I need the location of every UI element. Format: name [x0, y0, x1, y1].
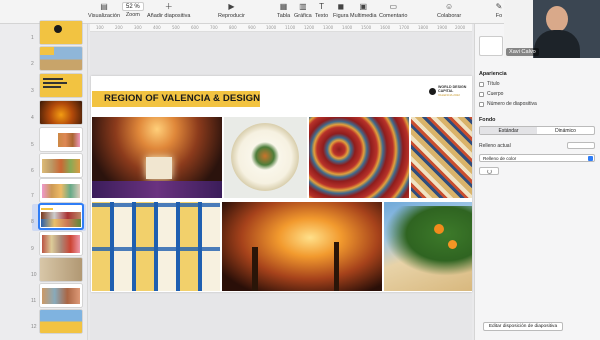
collaborate-button[interactable]: ☺ Colaborar	[437, 2, 461, 19]
view-button[interactable]: ▤ Visualización	[88, 2, 120, 19]
photo-fireworks[interactable]	[92, 117, 222, 198]
photo-orange-tree[interactable]	[384, 202, 472, 291]
thumbnail-8[interactable]: 8	[0, 205, 88, 231]
checkbox-icon	[479, 91, 484, 97]
format-button[interactable]: ✎ Fo	[494, 2, 504, 19]
appearance-heading: Apariencia	[479, 71, 507, 77]
add-slide-button[interactable]: ＋ Añadir diapositiva	[147, 2, 190, 19]
media-button[interactable]: ▣ Multimedia	[350, 2, 377, 19]
text-button[interactable]: T Texto	[315, 2, 328, 19]
current-slide[interactable]: REGION OF VALENCIA & DESIGN WORLD DESIGN…	[91, 76, 472, 292]
edit-layout-button[interactable]: Editar disposición de diapositiva	[483, 322, 563, 331]
participant-name: Xavi Calvo	[506, 48, 539, 56]
checkbox-icon	[479, 101, 484, 107]
text-icon: T	[319, 2, 325, 11]
shape-icon: ◼	[337, 2, 345, 11]
thumbnail-7[interactable]: 7	[0, 179, 88, 205]
slide-number-checkbox[interactable]: Número de diapositiva	[479, 101, 537, 107]
format-icon: ✎	[495, 2, 503, 11]
plus-icon: ＋	[164, 2, 173, 11]
collaborate-icon: ☺	[444, 2, 454, 11]
thumbnail-12[interactable]: 12	[0, 310, 88, 336]
thumbnail-3[interactable]: 3	[0, 74, 88, 100]
checkbox-icon	[479, 81, 484, 87]
photo-ceramic-plate[interactable]	[224, 117, 307, 198]
comment-button[interactable]: ▭ Comentario	[379, 2, 407, 19]
photo-textile-pattern[interactable]	[411, 117, 472, 198]
chart-button[interactable]: ▥ Gráfica	[294, 2, 312, 19]
segment-dynamic[interactable]: Dinámico	[537, 127, 594, 134]
media-icon: ▣	[359, 2, 368, 11]
slide-navigator: 1 2 3 4 5 6 7 8 9 10 11 12	[0, 21, 88, 340]
video-participant-tile[interactable]: Xavi Calvo	[504, 0, 600, 58]
format-inspector: Apariencia Título Cuerpo Número de diapo…	[474, 24, 600, 340]
segment-standard[interactable]: Estándar	[480, 127, 537, 134]
title-checkbox[interactable]: Título	[479, 81, 500, 87]
table-icon: ▦	[279, 2, 288, 11]
thumbnail-11[interactable]: 11	[0, 284, 88, 310]
comment-icon: ▭	[389, 2, 397, 11]
zoom-value[interactable]: 52 %	[122, 2, 144, 11]
photo-azulejo-tiles[interactable]	[92, 202, 220, 291]
thumbnail-10[interactable]: 10	[0, 258, 88, 284]
background-heading: Fondo	[479, 117, 496, 123]
chevron-down-icon	[588, 156, 593, 161]
logo-dot-icon	[429, 87, 436, 95]
thumbnail-9[interactable]: 9	[0, 232, 88, 258]
current-fill-label: Relleno actual	[479, 143, 511, 149]
spinner-icon	[487, 169, 492, 174]
participant-body	[534, 30, 580, 58]
shape-button[interactable]: ◼ Figura	[333, 2, 349, 19]
zoom-control[interactable]: 52 % Zoom	[122, 2, 144, 18]
loading-spinner-box	[479, 167, 499, 175]
thumbnail-4[interactable]: 4	[0, 101, 88, 127]
layout-preview[interactable]	[479, 36, 503, 56]
thumbnail-2[interactable]: 2	[0, 47, 88, 73]
thumbnail-6[interactable]: 6	[0, 154, 88, 180]
slide-title[interactable]: REGION OF VALENCIA & DESIGN	[104, 93, 260, 104]
fill-type-select[interactable]: Relleno de color	[479, 154, 595, 162]
play-button[interactable]: ▶ Reproducir	[218, 2, 245, 19]
world-design-capital-logo: WORLD DESIGN CAPITAL VALENCIA 2022	[429, 85, 466, 97]
participant-face	[546, 6, 568, 32]
photo-fallas-fire[interactable]	[222, 202, 382, 291]
body-checkbox[interactable]: Cuerpo	[479, 91, 503, 97]
horizontal-ruler: 100 200 300 400 500 600 700 800 900 1000…	[90, 24, 472, 32]
table-button[interactable]: ▦ Tabla	[277, 2, 290, 19]
thumbnail-5[interactable]: 5	[0, 128, 88, 154]
fill-color-swatch[interactable]	[567, 142, 595, 149]
background-mode-segment[interactable]: Estándar Dinámico	[479, 126, 595, 135]
sidebar-icon: ▤	[100, 2, 108, 11]
photo-silk-fabric[interactable]	[309, 117, 409, 198]
thumbnail-1[interactable]: 1	[0, 21, 88, 47]
chart-icon: ▥	[299, 2, 307, 11]
play-icon: ▶	[228, 2, 235, 11]
